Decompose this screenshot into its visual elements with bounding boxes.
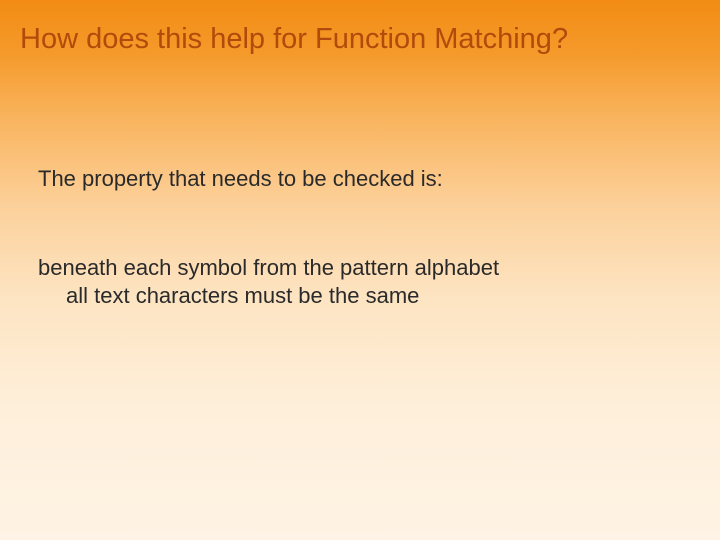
slide: How does this help for Function Matching…	[0, 0, 720, 540]
statement-line-2: all text characters must be the same	[38, 282, 660, 311]
slide-body: The property that needs to be checked is…	[38, 165, 660, 311]
statement-block: beneath each symbol from the pattern alp…	[38, 254, 660, 311]
intro-text: The property that needs to be checked is…	[38, 165, 660, 194]
statement-line-1: beneath each symbol from the pattern alp…	[38, 255, 499, 280]
slide-title: How does this help for Function Matching…	[20, 22, 700, 57]
